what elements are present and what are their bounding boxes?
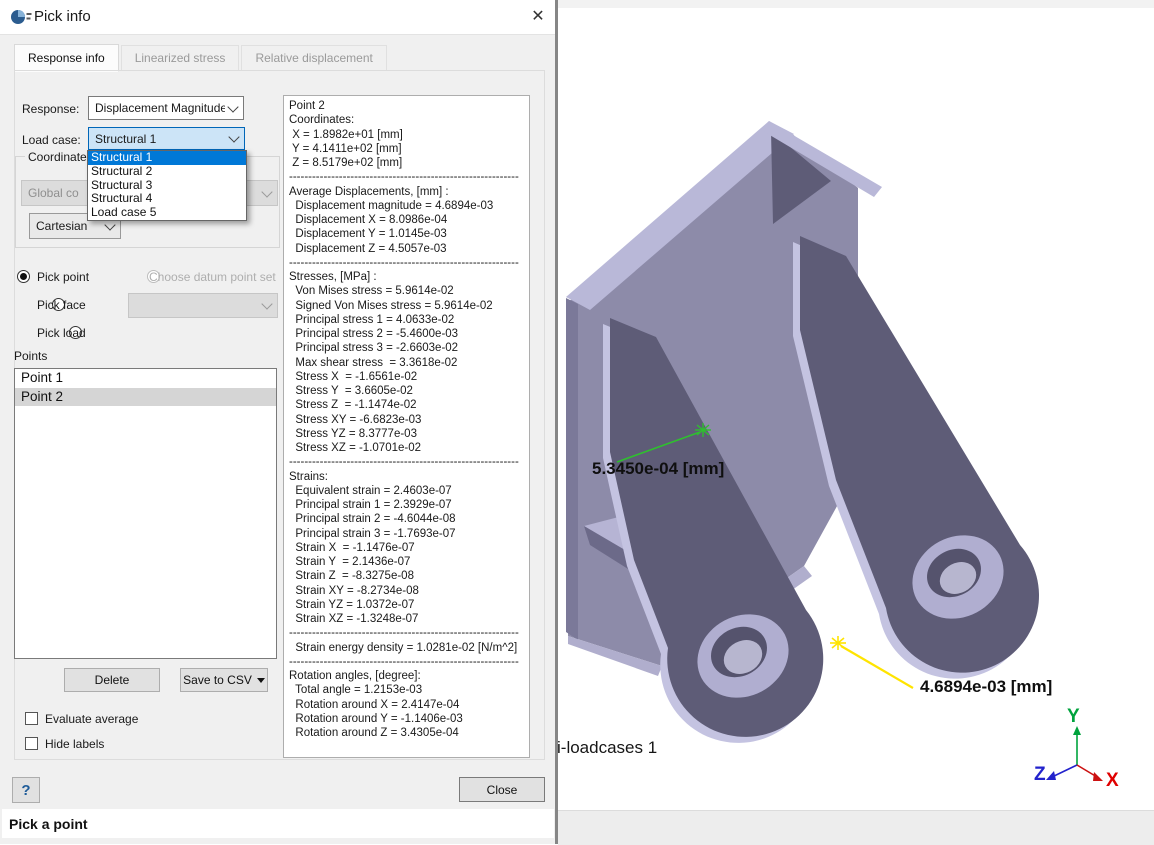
pick-info-dialog: Pick info ✕ Response info Linearized str… bbox=[0, 0, 558, 844]
choose-datum-label: Choose datum point set bbox=[149, 270, 276, 284]
pick-point-radio[interactable] bbox=[17, 270, 30, 283]
loadcase-caption: i-loadcases 1 bbox=[558, 738, 657, 757]
radio-dot bbox=[20, 273, 27, 280]
dropdown-option-structural-4[interactable]: Structural 4 bbox=[88, 192, 246, 206]
hide-labels-label: Hide labels bbox=[45, 737, 104, 751]
load-case-value: Structural 1 bbox=[95, 132, 226, 146]
coordinate-type-value: Cartesian bbox=[36, 219, 102, 233]
save-to-csv-button[interactable]: Save to CSV bbox=[180, 668, 268, 692]
pick-face-label: Pick face bbox=[37, 298, 86, 312]
chevron-down-icon bbox=[261, 186, 272, 197]
points-label: Points bbox=[14, 349, 47, 363]
tab-linearized-stress[interactable]: Linearized stress bbox=[121, 45, 240, 71]
chevron-down-icon bbox=[228, 131, 239, 142]
list-item-point-1[interactable]: Point 1 bbox=[15, 369, 276, 388]
pick-load-label: Pick load bbox=[37, 326, 86, 340]
status-text: Pick a point bbox=[9, 816, 88, 832]
hide-labels-checkbox[interactable] bbox=[25, 737, 38, 750]
green-star-marker bbox=[695, 423, 711, 437]
list-item-point-2[interactable]: Point 2 bbox=[15, 388, 276, 407]
bracket-left-edge-face bbox=[566, 298, 578, 640]
yellow-annotation-label: 4.6894e-03 [mm] bbox=[920, 677, 1052, 696]
viewport-bottom-strip bbox=[558, 810, 1154, 845]
bracket-3d-scene: 5.3450e-04 [mm] 4.6894e-03 [mm] i-loadca… bbox=[558, 0, 1154, 810]
chevron-down-icon bbox=[227, 101, 238, 112]
dropdown-option-structural-3[interactable]: Structural 3 bbox=[88, 179, 246, 193]
3d-viewport[interactable]: 5.3450e-04 [mm] 4.6894e-03 [mm] i-loadca… bbox=[558, 0, 1154, 844]
response-report-text: Point 2 Coordinates: X = 1.8982e+01 [mm]… bbox=[289, 99, 519, 740]
axis-z-label: Z bbox=[1034, 764, 1046, 785]
response-value: Displacement Magnitude bbox=[95, 101, 225, 115]
axis-y-label: Y bbox=[1067, 706, 1080, 727]
tab-relative-displacement[interactable]: Relative displacement bbox=[241, 45, 386, 71]
evaluate-average-checkbox[interactable] bbox=[25, 712, 38, 725]
response-combobox[interactable]: Displacement Magnitude bbox=[88, 96, 244, 120]
tab-strip: Response info Linearized stress Relative… bbox=[14, 47, 544, 71]
dropdown-option-structural-2[interactable]: Structural 2 bbox=[88, 165, 246, 179]
load-case-combobox[interactable]: Structural 1 bbox=[88, 127, 245, 150]
dialog-titlebar: Pick info ✕ bbox=[0, 0, 555, 35]
right-gusset-face bbox=[800, 236, 1039, 673]
load-case-label: Load case: bbox=[22, 133, 81, 147]
chevron-down-icon bbox=[261, 298, 272, 309]
tab-response-info[interactable]: Response info bbox=[14, 44, 119, 72]
dropdown-arrow-icon bbox=[257, 678, 265, 683]
yellow-star-marker bbox=[830, 636, 846, 650]
pick-info-icon bbox=[11, 9, 32, 25]
axis-triad: Y Z X bbox=[1034, 706, 1119, 791]
response-report-panel: Point 2 Coordinates: X = 1.8982e+01 [mm]… bbox=[283, 95, 530, 758]
status-bar: Pick a point bbox=[2, 809, 554, 838]
load-case-dropdown-list: Structural 1 Structural 2 Structural 3 S… bbox=[87, 150, 247, 221]
dialog-title: Pick info bbox=[34, 8, 91, 25]
coordinate-group-legend: Coordinate bbox=[25, 150, 90, 164]
help-button[interactable]: ? bbox=[12, 777, 40, 803]
evaluate-average-label: Evaluate average bbox=[45, 712, 138, 726]
axis-x-label: X bbox=[1106, 770, 1119, 791]
response-label: Response: bbox=[22, 102, 79, 116]
delete-button[interactable]: Delete bbox=[64, 668, 160, 692]
dropdown-option-load-case-5[interactable]: Load case 5 bbox=[88, 206, 246, 220]
points-listbox[interactable]: Point 1 Point 2 bbox=[14, 368, 277, 659]
close-button[interactable]: Close bbox=[459, 777, 545, 802]
green-annotation-label: 5.3450e-04 [mm] bbox=[592, 459, 724, 478]
pick-point-label: Pick point bbox=[37, 270, 89, 284]
pick-face-combobox bbox=[128, 293, 278, 318]
dropdown-option-structural-1[interactable]: Structural 1 bbox=[88, 151, 246, 165]
close-icon[interactable]: ✕ bbox=[526, 5, 550, 29]
